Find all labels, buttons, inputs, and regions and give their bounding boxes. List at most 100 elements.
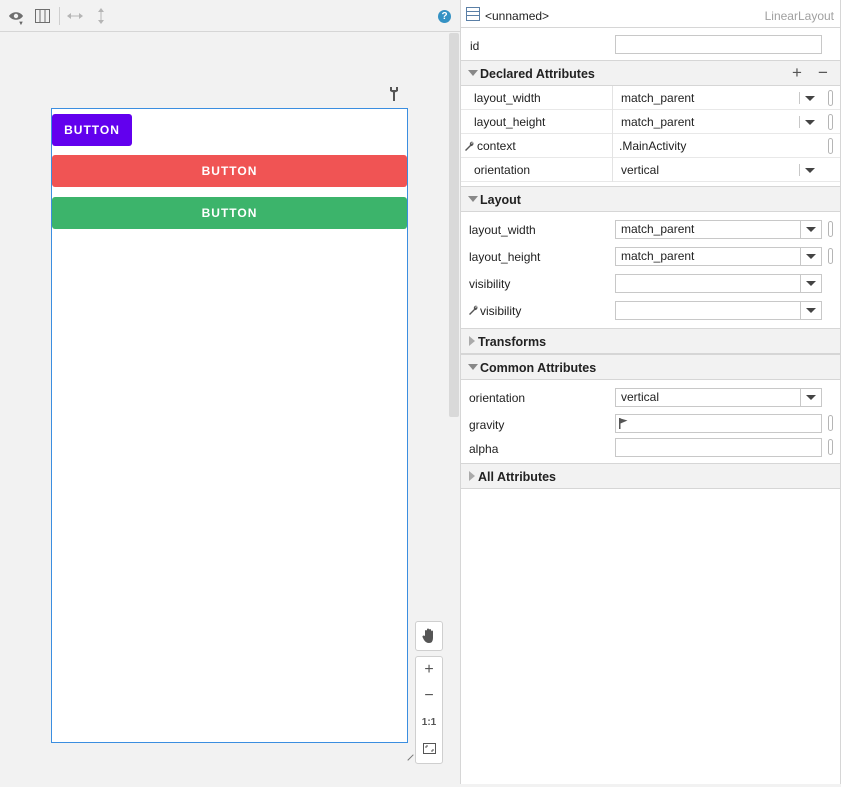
zoom-out-button[interactable]: − [416, 683, 442, 709]
component-header: <unnamed> LinearLayout [461, 0, 840, 28]
dropdown-value: match_parent [621, 249, 695, 263]
remove-attribute-button[interactable]: − [818, 63, 828, 83]
collapse-icon [468, 70, 478, 76]
declared-attributes-header[interactable]: Declared Attributes + − [461, 60, 840, 86]
green-button[interactable]: BUTTON [52, 197, 407, 229]
attribute-value[interactable]: .MainActivity [619, 139, 686, 153]
tools-visibility-dropdown[interactable] [615, 301, 822, 320]
resource-picker-button[interactable] [828, 221, 833, 237]
zoom-to-fit-button[interactable] [416, 735, 442, 761]
id-field[interactable] [615, 35, 822, 54]
resource-picker-button[interactable] [828, 90, 833, 106]
linear-layout-icon [466, 7, 480, 21]
attribute-name: orientation [469, 391, 526, 405]
zoom-actual-size-button[interactable]: 1:1 [416, 709, 442, 735]
declared-attributes-table: layout_width match_parent layout_height … [461, 86, 840, 182]
declared-row[interactable]: context .MainActivity [461, 134, 840, 158]
section-title: Common Attributes [480, 361, 597, 375]
resource-picker-button[interactable] [828, 415, 833, 431]
device-preview[interactable]: BUTTON BUTTON BUTTON [51, 108, 408, 743]
collapse-icon [468, 364, 478, 370]
vertical-resize-icon[interactable] [92, 8, 110, 24]
layout-width-dropdown[interactable]: match_parent [615, 220, 822, 239]
attribute-name: context [477, 139, 516, 153]
hand-icon [422, 628, 433, 643]
zoom-in-button[interactable]: + [416, 657, 442, 683]
component-name: <unnamed> [485, 9, 550, 23]
toolbar-divider [59, 7, 60, 25]
chevron-down-icon[interactable] [800, 302, 821, 319]
divider [799, 164, 800, 176]
divider [799, 92, 800, 104]
help-icon[interactable]: ? [438, 10, 451, 23]
attributes-panel: <unnamed> LinearLayout id Declared Attri… [461, 0, 841, 784]
attribute-name: layout_height [469, 250, 541, 264]
blueprint-icon[interactable] [33, 8, 51, 24]
component-class: LinearLayout [764, 9, 834, 23]
attribute-value[interactable]: match_parent [621, 91, 694, 105]
column-divider [612, 86, 613, 110]
pan-button[interactable] [415, 621, 443, 651]
add-attribute-button[interactable]: + [792, 63, 802, 83]
divider [799, 116, 800, 128]
transforms-section-header[interactable]: Transforms [461, 328, 840, 354]
resource-picker-button[interactable] [828, 138, 833, 154]
wrench-icon[interactable] [388, 86, 400, 102]
layout-height-row: layout_height match_parent [461, 245, 840, 271]
wrench-icon [465, 141, 474, 151]
layout-width-row: layout_width match_parent [461, 218, 840, 244]
wrench-icon [469, 305, 478, 315]
chevron-down-icon[interactable] [800, 221, 821, 238]
alpha-field[interactable] [615, 438, 822, 457]
layout-height-dropdown[interactable]: match_parent [615, 247, 822, 266]
gravity-row: gravity [461, 412, 840, 436]
collapse-icon [468, 196, 478, 202]
declared-row[interactable]: layout_width match_parent [461, 86, 840, 110]
column-divider [612, 110, 613, 134]
chevron-down-icon[interactable] [805, 120, 815, 125]
declared-row[interactable]: orientation vertical [461, 158, 840, 182]
gravity-field[interactable] [615, 414, 822, 433]
resource-picker-button[interactable] [828, 439, 833, 455]
column-divider [612, 134, 613, 158]
visibility-dropdown[interactable] [615, 274, 822, 293]
zoom-controls: + − 1:1 [415, 656, 443, 764]
attribute-name: layout_width [474, 91, 541, 105]
all-attributes-header[interactable]: All Attributes [461, 463, 840, 489]
purple-button[interactable]: BUTTON [52, 114, 132, 146]
section-title: All Attributes [478, 470, 557, 484]
dropdown-value: match_parent [621, 222, 695, 236]
dropdown-value: vertical [621, 390, 660, 404]
vertical-scrollbar[interactable] [449, 33, 459, 417]
horizontal-resize-icon[interactable] [66, 8, 84, 24]
design-toolbar: ▼ ? [0, 0, 460, 32]
chevron-down-icon[interactable] [800, 275, 821, 292]
fit-screen-icon [422, 742, 436, 754]
expand-icon [469, 471, 475, 481]
chevron-down-icon[interactable]: ▼ [18, 21, 24, 27]
chevron-down-icon[interactable] [800, 248, 821, 265]
expand-icon [469, 336, 475, 346]
common-orientation-row: orientation vertical [461, 386, 840, 410]
attribute-name: gravity [469, 418, 505, 432]
alpha-row: alpha [461, 436, 840, 460]
resource-picker-button[interactable] [828, 114, 833, 130]
chevron-down-icon[interactable] [800, 389, 821, 406]
layout-editor: ▼ ? BUTTON BUTTON BUTTON + − 1:1 <unname… [0, 0, 841, 787]
chevron-down-icon[interactable] [805, 168, 815, 173]
section-title: Transforms [478, 335, 547, 349]
declared-row[interactable]: layout_height match_parent [461, 110, 840, 134]
attribute-value[interactable]: match_parent [621, 115, 694, 129]
id-row: id [461, 29, 840, 59]
chevron-down-icon[interactable] [805, 96, 815, 101]
orientation-dropdown[interactable]: vertical [615, 388, 822, 407]
id-label: id [470, 39, 480, 53]
attribute-value[interactable]: vertical [621, 163, 659, 177]
resource-picker-button[interactable] [828, 248, 833, 264]
section-title: Layout [480, 193, 521, 207]
layout-section-header[interactable]: Layout [461, 186, 840, 212]
red-button[interactable]: BUTTON [52, 155, 407, 187]
attribute-name: layout_width [469, 223, 536, 237]
visibility-row: visibility [461, 272, 840, 298]
common-attributes-header[interactable]: Common Attributes [461, 354, 840, 380]
